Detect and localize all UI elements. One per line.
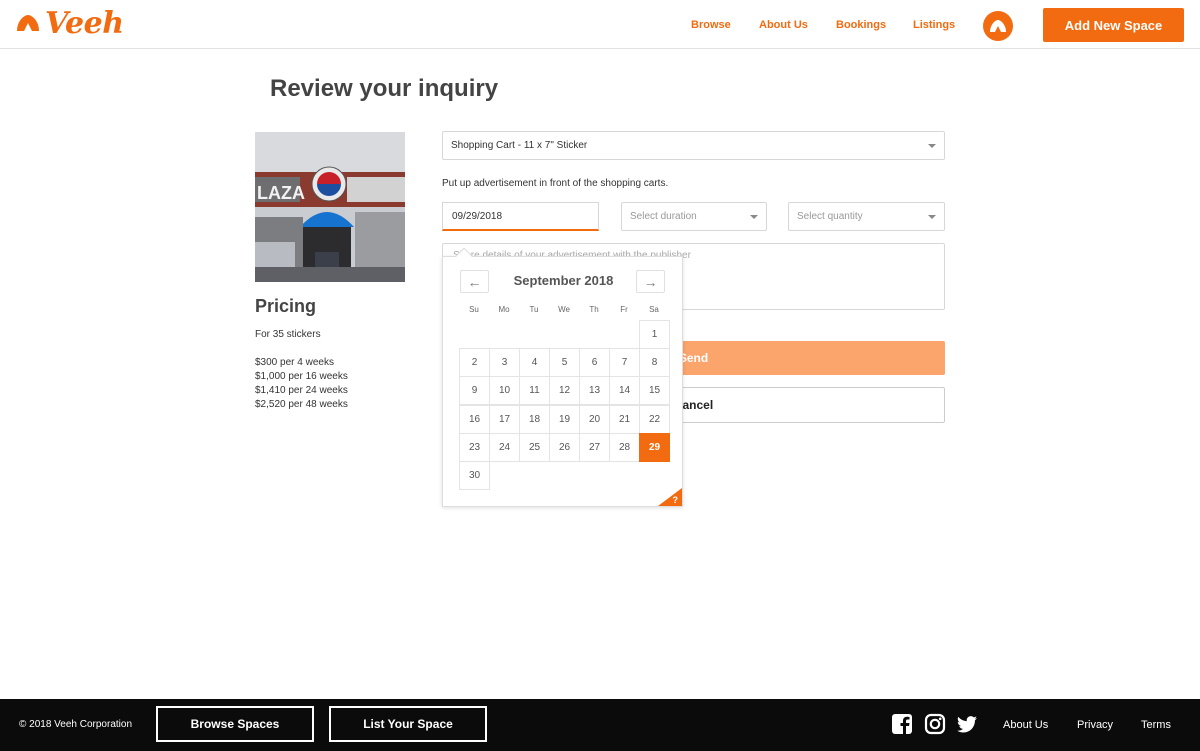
twitter-icon[interactable] — [956, 713, 978, 735]
product-description: Put up advertisement in front of the sho… — [442, 178, 669, 189]
logo[interactable]: Veeh — [15, 7, 124, 41]
calendar-day[interactable]: 18 — [519, 404, 550, 434]
calendar-day[interactable]: 9 — [459, 376, 490, 406]
logo-text: Veeh — [45, 6, 124, 41]
calendar-day[interactable]: 3 — [489, 348, 520, 378]
add-new-space-button[interactable]: Add New Space — [1043, 8, 1184, 42]
price-item: $300 per 4 weeks — [255, 357, 334, 368]
weekday-label: Sa — [649, 305, 659, 314]
quantity-placeholder: Select quantity — [797, 211, 863, 222]
calendar-day[interactable]: 15 — [639, 376, 670, 406]
user-avatar[interactable] — [983, 11, 1013, 41]
calendar-day[interactable]: 25 — [519, 432, 550, 462]
calendar-day[interactable]: 26 — [549, 432, 580, 462]
weekday-label: Fr — [620, 305, 628, 314]
help-icon: ? — [672, 495, 679, 505]
calendar-day[interactable]: 5 — [549, 348, 580, 378]
arrow-left-icon: ← — [467, 273, 482, 290]
calendar-day[interactable]: 4 — [519, 348, 550, 378]
arrow-right-icon: → — [643, 273, 658, 290]
chevron-down-icon — [750, 215, 758, 219]
footer-link-privacy[interactable]: Privacy — [1077, 719, 1113, 731]
calendar-day[interactable]: 24 — [489, 432, 520, 462]
calendar-day[interactable]: 8 — [639, 348, 670, 378]
price-item: $2,520 per 48 weeks — [255, 399, 348, 410]
weekday-label: Mo — [498, 305, 510, 314]
copyright-text: © 2018 Veeh Corporation — [19, 719, 133, 730]
browse-spaces-button[interactable]: Browse Spaces — [156, 706, 314, 742]
calendar-day[interactable]: 29 — [639, 432, 670, 462]
duration-placeholder: Select duration — [630, 211, 697, 222]
prev-month-button[interactable]: ← — [460, 270, 489, 293]
chevron-down-icon — [928, 144, 936, 148]
site-header: Veeh Browse About Us Bookings Listings A… — [0, 0, 1200, 49]
list-your-space-button[interactable]: List Your Space — [329, 706, 487, 742]
weekday-label: Th — [589, 305, 599, 314]
calendar-day[interactable]: 20 — [579, 404, 610, 434]
calendar-day[interactable]: 10 — [489, 376, 520, 406]
veeh-logo-icon — [17, 15, 39, 31]
calendar-day[interactable]: 13 — [579, 376, 610, 406]
next-month-button[interactable]: → — [636, 270, 665, 293]
calendar-day[interactable]: 30 — [459, 461, 490, 490]
listing-photo: LAZA — [255, 132, 405, 282]
footer-link-terms[interactable]: Terms — [1141, 719, 1171, 731]
calendar-day[interactable]: 21 — [609, 404, 640, 434]
product-select[interactable]: Shopping Cart - 11 x 7" Sticker — [442, 131, 945, 160]
datepicker-popup: September 2018 ← → Su Mo Tu We Th Fr Sa … — [442, 247, 683, 507]
instagram-icon[interactable] — [924, 713, 946, 735]
calendar-day[interactable]: 22 — [639, 404, 670, 434]
calendar-day[interactable]: 19 — [549, 404, 580, 434]
quantity-select[interactable]: Select quantity — [788, 202, 945, 231]
facebook-icon[interactable] — [891, 713, 913, 735]
product-select-value: Shopping Cart - 11 x 7" Sticker — [451, 140, 588, 151]
calendar-day[interactable]: 23 — [459, 432, 490, 462]
storefront-image: LAZA — [255, 132, 405, 282]
calendar-day[interactable]: 11 — [519, 376, 550, 406]
pricing-subtitle: For 35 stickers — [255, 329, 321, 340]
calendar-day[interactable]: 27 — [579, 432, 610, 462]
sign-text: LAZA — [257, 183, 305, 203]
weekday-label: Tu — [529, 305, 539, 314]
calendar-day[interactable]: 2 — [459, 348, 490, 378]
calendar-day[interactable]: 17 — [489, 404, 520, 434]
site-footer: © 2018 Veeh Corporation Browse Spaces Li… — [0, 699, 1200, 751]
price-item: $1,000 per 16 weeks — [255, 371, 348, 382]
price-list: $300 per 4 weeks $1,000 per 16 weeks $1,… — [255, 356, 348, 412]
date-input[interactable]: 09/29/2018 — [442, 202, 599, 231]
nav-bookings[interactable]: Bookings — [836, 19, 886, 31]
weekday-header: Su Mo Tu We Th Fr Sa — [459, 305, 669, 314]
nav-browse[interactable]: Browse — [691, 19, 731, 31]
calendar-day[interactable]: 28 — [609, 432, 640, 462]
veeh-avatar-icon — [990, 20, 1006, 32]
pricing-title: Pricing — [255, 296, 317, 316]
weekday-label: Su — [469, 305, 479, 314]
footer-link-about-us[interactable]: About Us — [1003, 719, 1048, 731]
calendar-day[interactable]: 12 — [549, 376, 580, 406]
price-item: $1,410 per 24 weeks — [255, 385, 348, 396]
nav-listings[interactable]: Listings — [913, 19, 955, 31]
page-title: Review your inquiry — [270, 75, 499, 102]
duration-select[interactable]: Select duration — [621, 202, 767, 231]
calendar-day[interactable]: 16 — [459, 404, 490, 434]
calendar-day[interactable]: 14 — [609, 376, 640, 406]
calendar-day[interactable]: 1 — [639, 320, 670, 349]
calendar-day[interactable]: 7 — [609, 348, 640, 378]
calendar-day[interactable]: 6 — [579, 348, 610, 378]
chevron-down-icon — [928, 215, 936, 219]
weekday-label: We — [558, 305, 570, 314]
nav-about-us[interactable]: About Us — [759, 19, 808, 31]
datepicker-help-corner[interactable] — [658, 488, 682, 506]
